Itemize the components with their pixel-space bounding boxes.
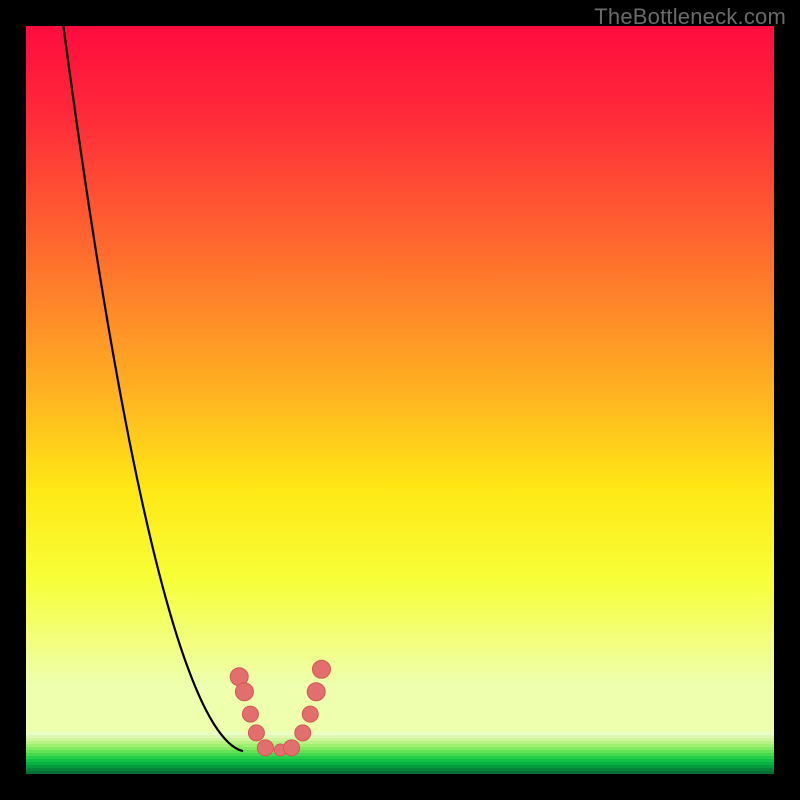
- markers-layer: [26, 26, 774, 774]
- curve-marker: [295, 725, 311, 741]
- attribution-text: TheBottleneck.com: [594, 4, 786, 30]
- curve-marker: [307, 683, 325, 701]
- curve-marker: [312, 660, 330, 678]
- curve-marker: [248, 725, 264, 741]
- chart-frame: [26, 26, 774, 774]
- curve-markers: [230, 660, 330, 756]
- curve-marker: [284, 740, 300, 756]
- curve-marker: [257, 740, 273, 756]
- curve-marker: [302, 706, 318, 722]
- curve-marker: [235, 683, 253, 701]
- curve-marker: [242, 706, 258, 722]
